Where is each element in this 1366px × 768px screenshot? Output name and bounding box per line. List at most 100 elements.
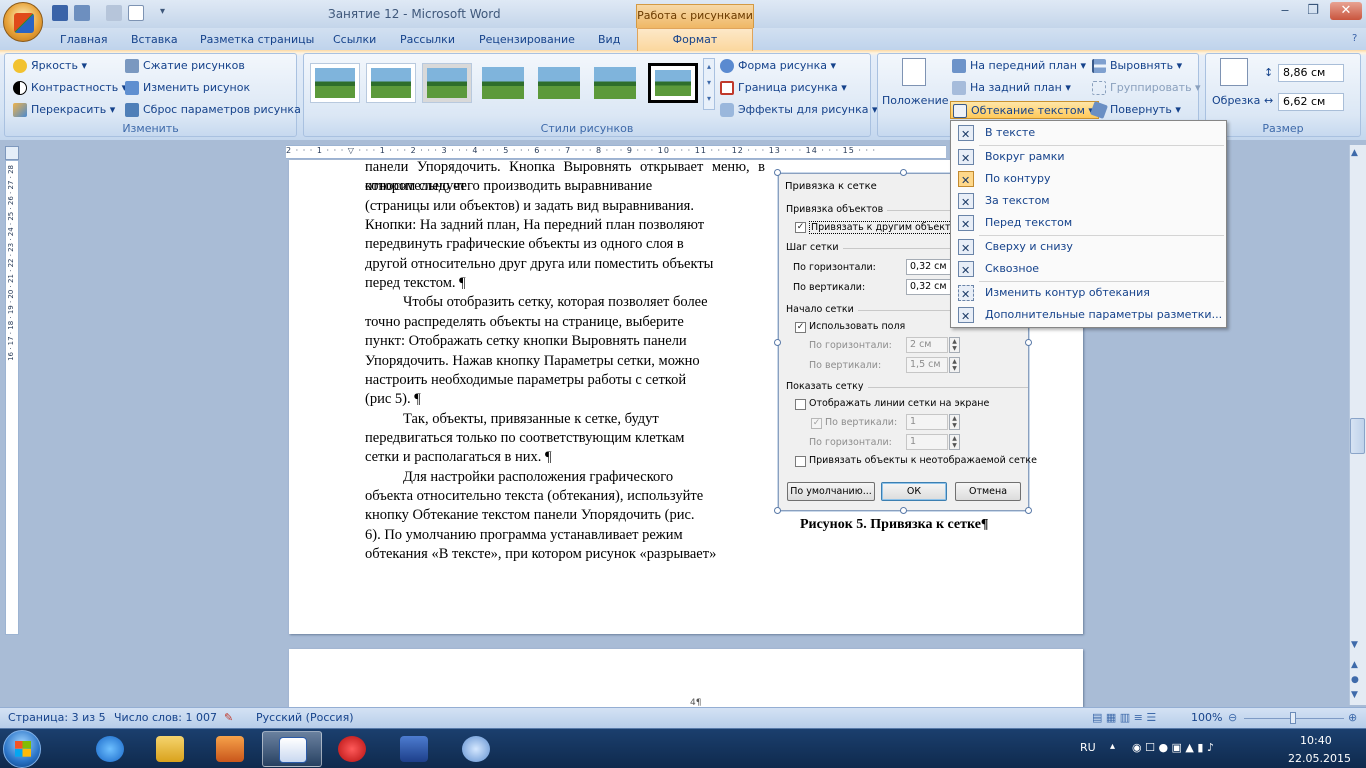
text-line[interactable]: объекта относительно текста (обтекания),… xyxy=(365,487,765,506)
text-line[interactable]: Кнопки: На задний план, На передний план… xyxy=(365,216,765,235)
resize-handle-left[interactable] xyxy=(774,339,781,346)
more-layout-options-item[interactable]: Дополнительные параметры разметки... xyxy=(952,304,1225,328)
zoom-out-icon[interactable]: ⊖ xyxy=(1228,711,1237,724)
clock-date[interactable]: 22.05.2015 xyxy=(1288,752,1351,765)
tab-format[interactable]: Формат xyxy=(637,28,753,51)
tray-show-hidden-icon[interactable]: ▴ xyxy=(1110,741,1115,752)
brightness-button[interactable]: Яркость ▾ xyxy=(11,57,87,75)
cancel-button[interactable]: Отмена xyxy=(955,482,1021,501)
zoom-slider-thumb[interactable] xyxy=(1290,712,1296,724)
customize-qat-icon[interactable]: ▾ xyxy=(160,6,165,17)
bring-to-front-button[interactable]: На передний план ▾ xyxy=(950,57,1086,75)
wrap-in-front-item[interactable]: Перед текстом xyxy=(952,212,1225,236)
grid-step-horizontal-input[interactable]: 0,32 см xyxy=(906,259,952,275)
view-buttons-icon[interactable]: ▤ ▦ ▥ ≡ ☰ xyxy=(1092,711,1156,724)
align-button[interactable]: Выровнять ▾ xyxy=(1090,57,1182,75)
document-page-next[interactable] xyxy=(289,649,1083,707)
tab-insert[interactable]: Вставка xyxy=(131,31,178,50)
taskbar-word[interactable] xyxy=(262,731,322,767)
close-button[interactable]: ✕ xyxy=(1330,2,1362,20)
group-button[interactable]: Группировать ▾ xyxy=(1090,79,1201,97)
tab-review[interactable]: Рецензирование xyxy=(479,31,575,50)
position-button[interactable]: Положение xyxy=(882,94,949,107)
previous-page-icon[interactable]: ▲ xyxy=(1351,660,1358,670)
text-line[interactable]: Чтобы отобразить сетку, которая позволяе… xyxy=(365,293,765,312)
position-icon[interactable] xyxy=(902,58,926,86)
resize-handle-bottom-right[interactable] xyxy=(1025,507,1032,514)
contrast-button[interactable]: Контрастность ▾ xyxy=(11,79,127,97)
text-line[interactable]: Упорядочить. Нажав кнопку Параметры сетк… xyxy=(365,352,765,371)
origin-vertical-input[interactable]: 1,5 см xyxy=(906,357,948,373)
origin-horizontal-input[interactable]: 2 см xyxy=(906,337,948,353)
resize-handle-bottom-left[interactable] xyxy=(774,507,781,514)
scroll-thumb[interactable] xyxy=(1350,418,1365,454)
save-icon[interactable] xyxy=(52,5,68,21)
wrap-through-item[interactable]: Сквозное xyxy=(952,258,1225,282)
text-line[interactable]: передвинуть графические объекты из одног… xyxy=(365,235,765,254)
text-line[interactable]: пункт: Отображать сетку кнопки Выровнять… xyxy=(365,332,765,351)
text-line[interactable]: (страницы или объектов) и задать вид выр… xyxy=(365,197,765,216)
resize-handle-top-left[interactable] xyxy=(774,169,781,176)
reset-picture-button[interactable]: Сброс параметров рисунка xyxy=(123,101,301,119)
wrap-behind-text-item[interactable]: За текстом xyxy=(952,190,1225,214)
show-vertical-checkbox[interactable]: ✓ xyxy=(811,418,822,429)
wrap-top-bottom-item[interactable]: Сверху и снизу xyxy=(952,236,1225,260)
maximize-button[interactable]: ❐ xyxy=(1300,2,1326,20)
scroll-up-icon[interactable]: ▲ xyxy=(1351,148,1358,158)
text-wrap-button[interactable]: Обтекание текстом ▾ xyxy=(950,101,1099,119)
new-document-icon[interactable] xyxy=(128,5,144,21)
tab-references[interactable]: Ссылки xyxy=(333,31,376,50)
resize-handle-top[interactable] xyxy=(900,169,907,176)
wrap-tight-item[interactable]: По контуру xyxy=(952,168,1225,192)
taskbar-opera[interactable] xyxy=(322,731,382,767)
vertical-ruler[interactable]: 16 · 17 · 18 · 19 · 20 · 21 · 22 · 23 · … xyxy=(5,160,19,635)
taskbar-media[interactable] xyxy=(200,731,260,767)
picture-style-1[interactable] xyxy=(310,63,360,103)
zoom-in-icon[interactable]: ⊕ xyxy=(1348,711,1357,724)
word-count[interactable]: Число слов: 1 007 xyxy=(114,711,217,724)
taskbar-ie[interactable] xyxy=(80,731,140,767)
text-line[interactable]: передвигаться только по соответствующим … xyxy=(365,429,765,448)
picture-effects-button[interactable]: Эффекты для рисунка ▾ xyxy=(718,101,878,119)
picture-border-button[interactable]: Граница рисунка ▾ xyxy=(718,79,847,97)
picture-shape-button[interactable]: Форма рисунка ▾ xyxy=(718,57,836,75)
tab-home[interactable]: Главная xyxy=(60,31,108,50)
text-line[interactable]: Так, объекты, привязанные к сетке, будут xyxy=(365,410,765,429)
picture-style-3[interactable] xyxy=(422,63,472,103)
clock-time[interactable]: 10:40 xyxy=(1300,734,1332,747)
text-line[interactable]: сетки и располагаться в них. ¶ xyxy=(365,448,765,467)
zoom-level[interactable]: 100% xyxy=(1191,711,1222,724)
scroll-down-icon[interactable]: ▼ xyxy=(1351,640,1358,650)
recolor-button[interactable]: Перекрасить ▾ xyxy=(11,101,115,119)
language[interactable]: Русский (Россия) xyxy=(256,711,354,724)
show-horizontal-input[interactable]: 1 xyxy=(906,434,948,450)
text-line[interactable]: 6). По умолчанию программа устанавливает… xyxy=(365,526,765,545)
picture-style-7[interactable] xyxy=(648,63,698,103)
edit-wrap-points-item[interactable]: Изменить контур обтекания xyxy=(952,282,1225,306)
change-picture-button[interactable]: Изменить рисунок xyxy=(123,79,250,97)
text-line[interactable]: (рис 5). ¶ xyxy=(365,390,765,409)
start-button[interactable] xyxy=(3,730,41,768)
text-line[interactable]: настроить необходимые параметры работы с… xyxy=(365,371,765,390)
wrap-square-item[interactable]: Вокруг рамки xyxy=(952,146,1225,170)
use-margins-checkbox[interactable]: ✓ xyxy=(795,322,806,333)
horizontal-ruler[interactable]: 2 · · · 1 · · · ▽ · · · 1 · · · 2 · · · … xyxy=(286,145,946,159)
height-input[interactable]: 8,86 см xyxy=(1278,64,1344,82)
picture-style-2[interactable] xyxy=(366,63,416,103)
origin-horizontal-spinner[interactable]: ▲ ▼ xyxy=(949,337,960,353)
tab-view[interactable]: Вид xyxy=(598,31,620,50)
grid-step-vertical-input[interactable]: 0,32 см xyxy=(906,279,952,295)
taskbar-save[interactable] xyxy=(384,731,444,767)
resize-handle-bottom[interactable] xyxy=(900,507,907,514)
show-gridlines-checkbox[interactable] xyxy=(795,399,806,410)
tab-mailings[interactable]: Рассылки xyxy=(400,31,455,50)
office-button[interactable] xyxy=(3,2,43,42)
taskbar-explorer[interactable] xyxy=(140,731,200,767)
proofing-icon[interactable]: ✎ xyxy=(224,711,233,724)
show-horizontal-spinner[interactable]: ▲ ▼ xyxy=(949,434,960,450)
redo-icon[interactable] xyxy=(106,5,122,21)
picture-style-5[interactable] xyxy=(534,63,584,103)
crop-button[interactable]: Обрезка xyxy=(1212,94,1260,107)
snap-other-objects-checkbox[interactable]: ✓ xyxy=(795,222,806,233)
minimize-button[interactable]: ‒ xyxy=(1272,2,1298,20)
